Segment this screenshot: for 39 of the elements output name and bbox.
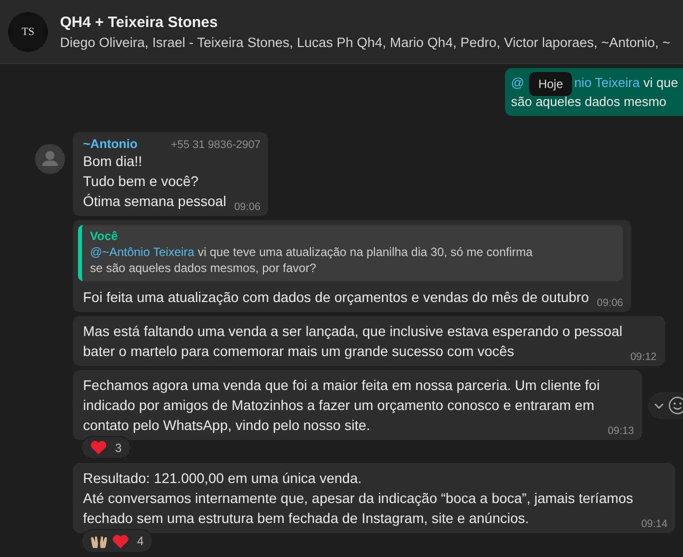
quote-text: vi que teve uma atualização na planilha dia 30, só me confirma xyxy=(198,245,533,259)
message-text: Resultado: 121.000,00 em uma única venda. xyxy=(83,470,362,486)
message-text: Mas está faltando uma venda a ser lançada, que inclusive estava esperando o pessoal xyxy=(83,323,622,339)
message-time: 09:13 xyxy=(608,425,634,437)
reactions-pill[interactable]: 3 xyxy=(81,436,131,459)
message-text: Ótima semana pessoal xyxy=(83,193,226,209)
message-text: Bom dia!! xyxy=(83,153,142,169)
message-text: vi que xyxy=(643,75,678,90)
group-title: QH4 + Teixeira Stones xyxy=(60,14,219,30)
message-text: Fechamos agora uma venda que foi a maior feita em nossa parceria. Um cliente foi xyxy=(83,377,600,393)
mention-link[interactable]: @ xyxy=(511,75,524,90)
sender-phone: +55 31 9836-2907 xyxy=(170,139,260,151)
message-time: 09:06 xyxy=(234,201,260,213)
message-text: Até conversamos internamente que, apesar da indicação “boca a boca”, jamais teríamos xyxy=(83,490,634,506)
message-text: indicado por amigos de Matozinhos a fazer um orçamento conosco e entraram em xyxy=(83,397,594,413)
message-time: 09:12 xyxy=(630,351,657,363)
heart-icon xyxy=(90,440,107,455)
mention-link[interactable]: @~Antônio Teixeira xyxy=(90,245,194,259)
mention-link[interactable]: nio Teixeira xyxy=(574,75,640,90)
group-avatar[interactable]: TS xyxy=(8,12,48,52)
sender-name[interactable]: ~Antonio xyxy=(83,137,138,151)
message-text: contato pelo WhatsApp, vindo pelo nosso site. xyxy=(83,417,370,433)
message-text: são aqueles dados mesmo xyxy=(511,94,666,109)
participants-list: Diego Oliveira, Israel - Teixeira Stones, Lucas Ph Qh4, Mario Qh4, Pedro, Victor laporaes, ~Antonio, ~ xyxy=(60,34,670,50)
message-time: 09:14 xyxy=(641,518,668,530)
reactions-pill[interactable]: 4 xyxy=(81,529,153,553)
message-text: Tudo bem e você? xyxy=(83,173,198,189)
message-time: 09:06 xyxy=(596,297,624,309)
quote-text: se são aqueles dados mesmos, por favor? xyxy=(90,261,316,275)
chevron-down-icon[interactable] xyxy=(654,402,664,408)
user-avatar-icon[interactable] xyxy=(35,144,65,174)
message-text: fechado sem uma estrutura bem fechada de Instagram, site e anúncios. xyxy=(83,510,529,526)
heart-icon xyxy=(112,534,129,548)
quote-author: Você xyxy=(90,228,119,244)
emoji-icon[interactable] xyxy=(668,396,683,415)
message-text: Foi feita uma atualização com dados de orçamentos e vendas do mês de outubro xyxy=(83,289,589,305)
message-text: bater o martelo para comemorar mais um grande sucesso com vocês xyxy=(83,343,514,359)
quoted-message[interactable]: Você @~Antônio Teixeira vi que teve uma atualização na planilha dia 30, só me confirma se são aqueles dados mesmos, por favor? xyxy=(78,225,624,281)
date-pill: Hoje xyxy=(529,72,572,96)
